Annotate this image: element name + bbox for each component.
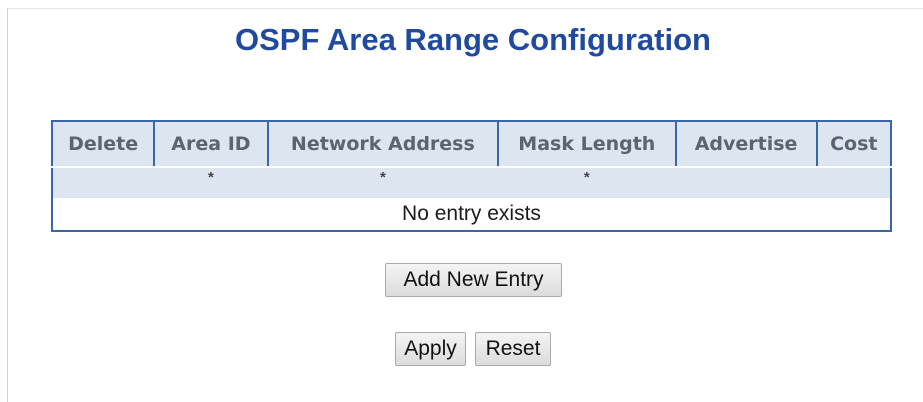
- column-header-mask-length: Mask Length: [497, 121, 676, 168]
- table-header-row: Delete Area ID Network Address Mask Leng…: [52, 121, 891, 168]
- column-header-area-id: Area ID: [153, 121, 268, 168]
- column-header-delete: Delete: [52, 121, 155, 168]
- filter-cell-delete: [52, 167, 155, 198]
- no-entry-message: No entry exists: [52, 198, 891, 231]
- reset-button[interactable]: Reset: [475, 332, 551, 366]
- filter-cell-advertise: [675, 167, 817, 198]
- apply-button[interactable]: Apply: [395, 332, 466, 366]
- content-frame-left-border: [7, 8, 8, 402]
- filter-cell-area-id: *: [154, 167, 268, 198]
- content-frame-top-border: [7, 8, 923, 9]
- table-filter-row: * * *: [52, 167, 891, 198]
- column-header-network-address: Network Address: [266, 121, 499, 168]
- page-title: OSPF Area Range Configuration: [235, 22, 711, 57]
- filter-cell-cost: [816, 167, 891, 198]
- filter-cell-network-address: *: [267, 167, 499, 198]
- filter-cell-mask-length: *: [498, 167, 676, 198]
- area-range-table: Delete Area ID Network Address Mask Leng…: [51, 120, 892, 232]
- table-row: No entry exists: [52, 198, 891, 231]
- column-header-advertise: Advertise: [674, 121, 817, 168]
- column-header-cost: Cost: [815, 121, 891, 168]
- add-new-entry-button[interactable]: Add New Entry: [385, 263, 562, 297]
